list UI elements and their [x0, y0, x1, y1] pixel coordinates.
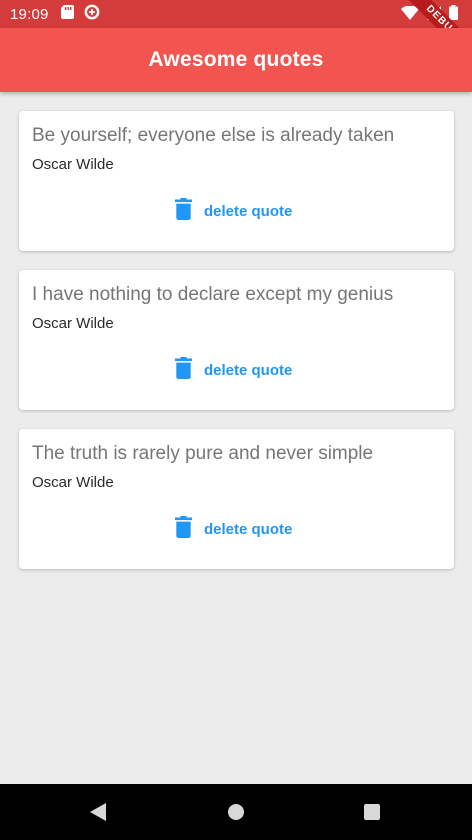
delete-quote-label: delete quote [204, 520, 293, 538]
delete-quote-button[interactable]: delete quote [175, 515, 292, 543]
home-icon[interactable] [227, 802, 245, 827]
quote-text: I have nothing to declare except my geni… [32, 284, 394, 305]
status-time: 19:09 [10, 5, 49, 23]
delete-quote-label: delete quote [204, 361, 293, 379]
trash-icon [175, 356, 192, 384]
system-nav-bar [0, 784, 472, 840]
page-title: Awesome quotes [148, 48, 324, 71]
quote-list: Be yourself; everyone else is already ta… [19, 111, 454, 588]
trash-icon [175, 515, 192, 543]
delete-quote-label: delete quote [204, 202, 293, 220]
data-saver-icon [84, 4, 100, 24]
quote-card: Be yourself; everyone else is already ta… [19, 111, 454, 251]
app-bar: Awesome quotes [0, 28, 472, 92]
status-bar: 19:09 DEBUG [0, 0, 472, 71]
trash-icon [175, 197, 192, 225]
quote-text: Be yourself; everyone else is already ta… [32, 125, 395, 146]
delete-quote-button[interactable]: delete quote [175, 197, 292, 225]
quote-author: Oscar Wilde [32, 474, 114, 491]
quote-author: Oscar Wilde [32, 156, 114, 173]
recents-icon[interactable] [363, 802, 381, 827]
quote-author: Oscar Wilde [32, 315, 114, 332]
quote-text: The truth is rarely pure and never simpl… [32, 443, 374, 464]
quote-card: The truth is rarely pure and never simpl… [19, 429, 454, 569]
delete-quote-button[interactable]: delete quote [175, 356, 292, 384]
quote-card: I have nothing to declare except my geni… [19, 270, 454, 410]
back-icon[interactable] [89, 802, 107, 827]
sd-card-icon [60, 5, 74, 23]
